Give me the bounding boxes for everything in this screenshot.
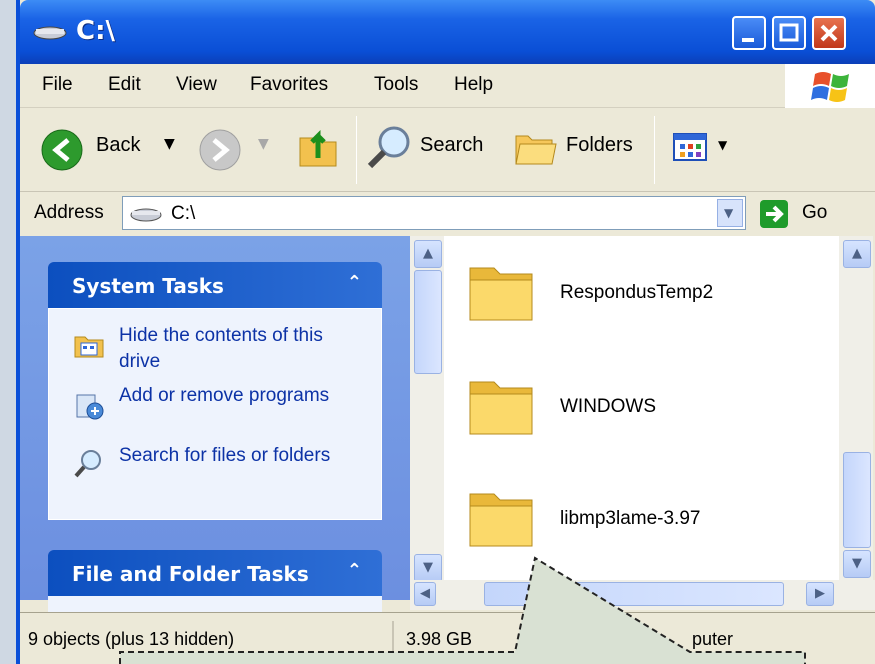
add-remove-programs-icon	[76, 394, 104, 420]
horizontal-scrollbar[interactable]: ◀ ▶	[410, 580, 875, 610]
system-tasks-panel: System Tasks ⌃ Hide the contents of this…	[48, 262, 382, 520]
left-pane-scrollbar[interactable]: ▲ ▼	[410, 236, 444, 582]
windows-logo	[785, 64, 875, 108]
forward-arrow-icon	[199, 129, 241, 171]
folder-icon[interactable]	[466, 256, 538, 326]
go-arrow-icon	[766, 205, 784, 223]
menu-tools[interactable]: Tools	[374, 74, 418, 96]
status-object-count: 9 objects (plus 13 hidden)	[28, 629, 235, 649]
file-folder-tasks-panel: File and Folder Tasks ⌃	[48, 550, 382, 616]
toolbar-separator	[356, 116, 357, 184]
folders-label: Folders	[566, 134, 633, 156]
system-tasks-body: Hide the contents of this drive Add or r…	[48, 308, 382, 520]
address-bar: Address C:\ ▼ Go	[20, 192, 875, 236]
back-label: Back	[96, 134, 141, 156]
windows-flag-icon	[811, 72, 849, 102]
search-label: Search	[420, 134, 484, 156]
menu-favorites[interactable]: Favorites	[250, 74, 328, 96]
search-icon	[74, 450, 101, 478]
views-icon	[673, 133, 707, 161]
back-button[interactable]: Back ▼	[40, 122, 190, 178]
folders-icon	[515, 135, 557, 165]
chevron-down-icon: ▼	[718, 138, 728, 152]
menu-file[interactable]: File	[42, 74, 73, 96]
task-pane: System Tasks ⌃ Hide the contents of this…	[20, 236, 410, 616]
status-bar: 9 objects (plus 13 hidden) 3.98 GB puter	[20, 612, 875, 664]
maximize-button[interactable]	[772, 16, 806, 50]
file-name[interactable]: libmp3lame-3.97	[560, 508, 700, 530]
up-folder-button[interactable]	[296, 122, 346, 178]
search-icon	[367, 126, 410, 169]
scroll-left-button[interactable]: ◀	[414, 582, 436, 606]
drive-icon	[130, 208, 162, 222]
close-icon	[820, 24, 838, 42]
go-button[interactable]	[760, 200, 788, 228]
folder-icon[interactable]	[466, 370, 538, 440]
task-search-files[interactable]: Search for files or folders	[119, 443, 369, 469]
status-location: puter	[692, 629, 734, 649]
scroll-thumb[interactable]	[843, 452, 871, 548]
file-name[interactable]: RespondusTemp2	[560, 282, 713, 304]
address-value: C:\	[171, 203, 196, 224]
scroll-up-button[interactable]: ▲	[414, 240, 442, 268]
window-title: C:\	[76, 16, 115, 46]
menu-help[interactable]: Help	[454, 74, 493, 96]
standard-toolbar: Back ▼ ▼ Search Folders ▼	[20, 108, 875, 192]
hide-contents-icon	[74, 336, 104, 358]
forward-button[interactable]: ▼	[198, 122, 278, 178]
scroll-thumb[interactable]	[484, 582, 784, 606]
drive-icon	[33, 26, 67, 40]
search-button[interactable]: Search	[366, 122, 496, 178]
task-add-remove-programs[interactable]: Add or remove programs	[119, 383, 369, 409]
chevron-down-icon: ▼	[724, 206, 734, 220]
task-hide-contents[interactable]: Hide the contents of this drive	[119, 323, 369, 375]
scroll-up-button[interactable]: ▲	[843, 240, 871, 268]
file-folder-tasks-title: File and Folder Tasks	[72, 562, 309, 586]
chevron-down-icon[interactable]: ▼	[258, 136, 269, 152]
maximize-icon	[779, 23, 799, 42]
scroll-down-button[interactable]: ▼	[414, 554, 442, 582]
status-divider	[570, 621, 572, 661]
folder-icon[interactable]	[466, 482, 538, 552]
file-folder-tasks-header[interactable]: File and Folder Tasks ⌃	[48, 550, 382, 596]
scroll-thumb[interactable]	[414, 270, 442, 374]
chevron-down-icon[interactable]: ▼	[164, 136, 175, 152]
scroll-right-button[interactable]: ▶	[806, 582, 834, 606]
status-divider	[392, 621, 394, 661]
up-folder-icon	[299, 129, 337, 167]
minimize-icon	[742, 38, 754, 42]
menu-bar: File Edit View Favorites Tools Help	[20, 64, 875, 108]
system-tasks-header[interactable]: System Tasks ⌃	[48, 262, 382, 308]
address-label: Address	[34, 202, 104, 223]
minimize-button[interactable]	[732, 16, 766, 50]
file-list-scrollbar[interactable]: ▲ ▼	[839, 236, 873, 582]
file-name[interactable]: WINDOWS	[560, 396, 656, 418]
explorer-window: C:\ File Edit View Favorites Tools Help	[16, 0, 875, 664]
go-label[interactable]: Go	[802, 202, 827, 224]
address-input[interactable]: C:\ ▼	[122, 196, 746, 230]
menu-view[interactable]: View	[176, 74, 217, 96]
toolbar-separator	[654, 116, 655, 184]
back-arrow-icon	[41, 129, 83, 171]
collapse-chevron-icon[interactable]: ⌃	[347, 560, 362, 581]
folders-button[interactable]: Folders	[512, 122, 642, 178]
menu-edit[interactable]: Edit	[108, 74, 141, 96]
status-size: 3.98 GB	[406, 629, 473, 649]
close-button[interactable]	[812, 16, 846, 50]
system-tasks-title: System Tasks	[72, 274, 224, 298]
scroll-down-button[interactable]: ▼	[843, 550, 871, 578]
collapse-chevron-icon[interactable]: ⌃	[347, 272, 362, 293]
views-button[interactable]: ▼	[672, 130, 742, 170]
address-dropdown-button[interactable]: ▼	[717, 199, 743, 227]
title-bar[interactable]: C:\	[20, 0, 875, 64]
